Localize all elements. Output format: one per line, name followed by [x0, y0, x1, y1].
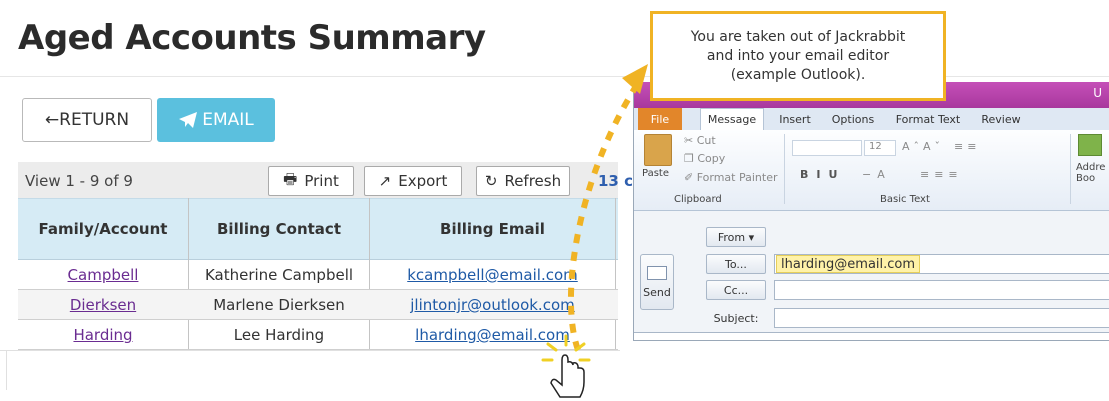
email-button[interactable]: EMAIL [157, 98, 275, 142]
copy-icon: ❐ [684, 152, 694, 165]
return-button-label: ←RETURN [44, 110, 130, 130]
bold-italic-underline-icon[interactable]: BIU [800, 168, 845, 181]
refresh-label: Refresh [504, 172, 562, 190]
clipboard-group-label: Clipboard [674, 194, 722, 205]
envelope-icon [647, 265, 667, 280]
message-body[interactable] [634, 332, 1109, 340]
email-button-label: EMAIL [202, 110, 254, 130]
family-cell: Dierksen [18, 290, 188, 320]
family-cell: Campbell [18, 260, 188, 290]
family-link[interactable]: Campbell [68, 266, 139, 284]
align-text-icon[interactable]: ≡≡≡ [920, 168, 963, 181]
basic-text-group-label: Basic Text [880, 194, 930, 205]
ribbon-separator [1070, 134, 1071, 204]
subject-label: Subject: [713, 312, 759, 325]
family-cell: Harding [18, 320, 188, 350]
return-button[interactable]: ←RETURN [22, 98, 152, 142]
send-button[interactable]: Send [640, 254, 674, 310]
column-header-contact[interactable]: Billing Contact [189, 198, 369, 260]
family-link[interactable]: Dierksen [70, 296, 136, 314]
export-button[interactable]: ↗ Export [364, 166, 462, 196]
page-title: Aged Accounts Summary [18, 18, 486, 58]
email-link[interactable]: lharding@email.com [415, 326, 570, 344]
outlook-compose-window: U File Message Insert Options Format Tex… [633, 82, 1109, 341]
callout-box: You are taken out of Jackrabbit and into… [650, 11, 946, 101]
font-name-combo[interactable] [792, 140, 862, 156]
paintbrush-icon: ✐ [684, 171, 694, 184]
paste-label[interactable]: Paste [642, 168, 669, 179]
email-cell: jlintonjr@outlook.com [370, 290, 615, 320]
copy-label: Copy [697, 152, 726, 165]
cc-label: Cc... [723, 283, 749, 297]
cut-label: Cut [696, 134, 716, 147]
contact-cell: Lee Harding [233, 326, 325, 344]
column-header-email[interactable]: Billing Email [370, 198, 615, 260]
email-link[interactable]: kcampbell@email.com [407, 266, 578, 284]
paper-plane-icon [179, 112, 198, 128]
highlight-color-icon[interactable]: −A [862, 168, 891, 181]
column-header-family[interactable]: Family/Account [18, 198, 188, 260]
outlook-tab-format-text[interactable]: Format Text [890, 108, 966, 130]
contact-cell: Katherine Campbell [204, 266, 354, 284]
contact-cell: Marlene Dierksen [213, 296, 345, 314]
external-link-icon: ↗ [378, 172, 392, 190]
font-size-value: 12 [869, 141, 882, 152]
font-size-combo[interactable]: 12 [864, 140, 896, 156]
outlook-tab-review[interactable]: Review [976, 108, 1026, 130]
from-button[interactable]: From ▾ [706, 227, 766, 247]
cc-field[interactable] [774, 280, 1109, 300]
address-book-label[interactable]: Addre Boo [1076, 162, 1106, 184]
ribbon-separator [784, 134, 785, 204]
outlook-tab-insert[interactable]: Insert [774, 108, 816, 130]
outlook-tab-options[interactable]: Options [826, 108, 880, 130]
outlook-tab-message[interactable]: Message [700, 108, 764, 130]
toolbar-extra-text: 13 c [598, 172, 633, 190]
outlook-file-tab[interactable]: File [638, 108, 682, 130]
subject-field[interactable] [774, 308, 1109, 328]
list-bullets-icon[interactable]: ≡≡ [954, 140, 980, 153]
outlook-title-text: U [1093, 86, 1102, 100]
printer-icon: 🖶 [283, 169, 298, 188]
cut-button[interactable]: ✂ Cut [684, 134, 716, 147]
to-label: To... [725, 257, 747, 271]
export-label: Export [398, 172, 448, 190]
table-bottom-border [0, 350, 620, 351]
send-label: Send [643, 285, 671, 299]
grow-shrink-font-icon[interactable]: AˆAˇ [902, 140, 944, 153]
format-painter-button[interactable]: ✐ Format Painter [684, 171, 778, 184]
email-link[interactable]: jlintonjr@outlook.com [410, 296, 575, 314]
callout-text: You are taken out of Jackrabbit and into… [690, 28, 906, 83]
email-cell: kcampbell@email.com [370, 260, 615, 290]
print-button[interactable]: 🖶 Print [268, 166, 354, 196]
address-book-icon[interactable] [1078, 134, 1102, 156]
refresh-button[interactable]: ↻ Refresh [476, 166, 570, 196]
family-link[interactable]: Harding [73, 326, 132, 344]
view-count: View 1 - 9 of 9 [25, 172, 133, 190]
refresh-icon: ↻ [484, 172, 498, 190]
print-label: Print [304, 172, 339, 190]
format-painter-label: Format Painter [696, 171, 778, 184]
scissors-icon: ✂ [684, 134, 694, 147]
from-label: From ▾ [717, 230, 755, 244]
to-button[interactable]: To... [706, 254, 766, 274]
email-cell: lharding@email.com [370, 320, 615, 350]
to-recipient-value[interactable]: lharding@email.com [776, 255, 921, 273]
hand-cursor-icon [550, 354, 585, 398]
copy-button[interactable]: ❐ Copy [684, 152, 725, 165]
clipboard-icon[interactable] [644, 134, 672, 166]
cc-button[interactable]: Cc... [706, 280, 766, 300]
page-left-border [6, 350, 7, 390]
